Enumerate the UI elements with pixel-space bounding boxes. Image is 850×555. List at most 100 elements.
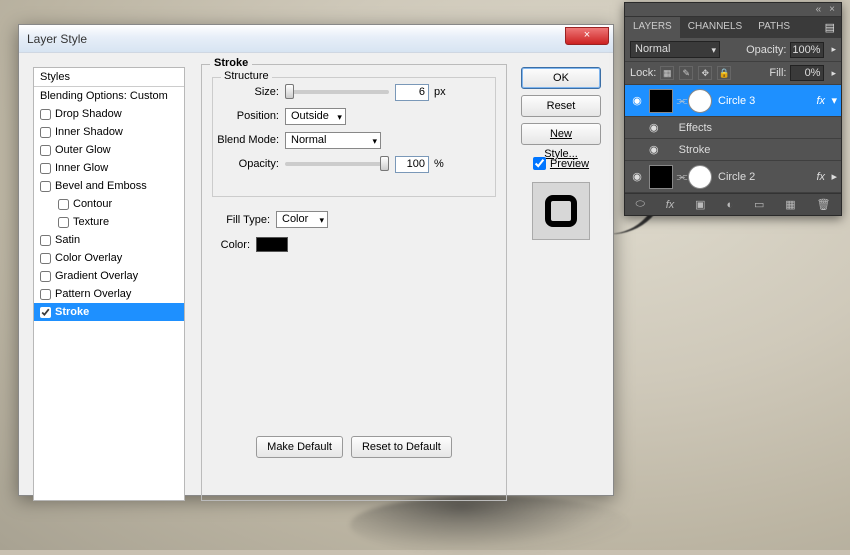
visibility-toggle[interactable]: ◉ (625, 94, 649, 107)
layer-name[interactable]: Circle 2 (718, 171, 755, 183)
layer-thumbnail[interactable] (649, 89, 673, 113)
style-label: Contour (73, 198, 112, 210)
opacity-stepper-icon[interactable]: ▸ (831, 44, 836, 55)
close-button[interactable]: × (565, 27, 609, 45)
lock-all-icon[interactable]: 🔒 (717, 66, 731, 80)
position-select[interactable]: Outside (285, 108, 346, 125)
stroke-settings-group: Stroke Structure Size: 6 px Position: Ou… (201, 64, 507, 501)
style-row-inner-shadow[interactable]: Inner Shadow (34, 123, 184, 141)
new-layer-icon[interactable]: ▦ (785, 198, 795, 211)
style-checkbox[interactable] (40, 145, 51, 156)
style-checkbox[interactable] (40, 127, 51, 138)
opacity-slider[interactable] (285, 162, 389, 166)
lock-position-icon[interactable]: ✥ (698, 66, 712, 80)
slider-thumb[interactable] (380, 156, 389, 171)
style-row-satin[interactable]: Satin (34, 231, 184, 249)
adjustment-layer-icon[interactable]: ◐ (726, 199, 733, 211)
lock-transparency-icon[interactable]: ▦ (660, 66, 674, 80)
opacity-input[interactable]: 100 (395, 156, 429, 173)
fx-badge[interactable]: fx (816, 95, 825, 107)
style-checkbox[interactable] (40, 289, 51, 300)
style-row-gradient-overlay[interactable]: Gradient Overlay (34, 267, 184, 285)
eye-icon: ◉ (632, 171, 642, 183)
layers-list: ◉ ⫘ Circle 3 fx ▾ ◉ Effects ◉ Stroke ◉ ⫘… (625, 85, 841, 193)
blending-options-row[interactable]: Blending Options: Custom (34, 87, 184, 105)
visibility-toggle[interactable]: ◉ (625, 170, 649, 183)
make-default-button[interactable]: Make Default (256, 436, 343, 458)
style-checkbox[interactable] (40, 181, 51, 192)
style-label: Inner Glow (55, 162, 108, 174)
style-row-bevel-emboss[interactable]: Bevel and Emboss (34, 177, 184, 195)
filltype-select[interactable]: Color (276, 211, 328, 228)
effects-label: Effects (679, 122, 712, 134)
layer-style-dialog: Layer Style × Styles Blending Options: C… (18, 24, 614, 496)
layer-row-circle-2[interactable]: ◉ ⫘ Circle 2 fx ▸ (625, 161, 841, 193)
layer-blendmode-select[interactable]: Normal (630, 41, 720, 58)
layer-mask-thumbnail[interactable] (688, 165, 712, 189)
dialog-titlebar[interactable]: Layer Style × (19, 25, 613, 53)
panel-menu-icon[interactable]: ▤ (819, 17, 841, 38)
close-icon[interactable]: × (829, 4, 835, 15)
layer-name[interactable]: Circle 3 (718, 95, 755, 107)
layer-opacity-input[interactable]: 100% (790, 42, 824, 58)
link-icon[interactable]: ⫘ (676, 93, 688, 108)
style-label: Pattern Overlay (55, 288, 131, 300)
style-label: Texture (73, 216, 109, 228)
layer-mask-thumbnail[interactable] (688, 89, 712, 113)
panel-tabs: LAYERS CHANNELS PATHS ▤ (625, 17, 841, 38)
eye-icon[interactable]: ◉ (649, 143, 659, 156)
reset-default-button[interactable]: Reset to Default (351, 436, 452, 458)
style-checkbox[interactable] (40, 253, 51, 264)
eye-icon[interactable]: ◉ (649, 121, 659, 134)
style-checkbox[interactable] (40, 235, 51, 246)
style-checkbox[interactable] (40, 109, 51, 120)
fx-badge[interactable]: fx (816, 171, 825, 183)
tab-layers[interactable]: LAYERS (625, 17, 680, 38)
style-row-pattern-overlay[interactable]: Pattern Overlay (34, 285, 184, 303)
style-row-texture[interactable]: Texture (34, 213, 184, 231)
add-mask-icon[interactable]: ▣ (695, 198, 705, 211)
style-row-contour[interactable]: Contour (34, 195, 184, 213)
fx-button-icon[interactable]: fx (666, 199, 675, 211)
collapse-icon[interactable]: « (816, 4, 822, 15)
preview-checkbox[interactable] (533, 157, 546, 170)
fill-input[interactable]: 0% (790, 65, 824, 81)
blendmode-select[interactable]: Normal (285, 132, 381, 149)
style-checkbox[interactable] (58, 217, 69, 228)
link-icon[interactable]: ⫘ (676, 169, 688, 184)
style-row-color-overlay[interactable]: Color Overlay (34, 249, 184, 267)
style-label: Inner Shadow (55, 126, 123, 138)
layer-row-circle-3[interactable]: ◉ ⫘ Circle 3 fx ▾ (625, 85, 841, 117)
style-checkbox[interactable] (40, 307, 51, 318)
styles-header[interactable]: Styles (34, 68, 184, 87)
tab-channels[interactable]: CHANNELS (680, 17, 750, 38)
fx-expand-icon[interactable]: ▸ (831, 170, 837, 183)
lock-label: Lock: (630, 67, 656, 79)
style-row-inner-glow[interactable]: Inner Glow (34, 159, 184, 177)
style-row-drop-shadow[interactable]: Drop Shadow (34, 105, 184, 123)
link-layers-icon[interactable]: ⬭ (635, 198, 644, 211)
effects-header[interactable]: ◉ Effects (625, 117, 841, 139)
style-row-stroke[interactable]: Stroke (34, 303, 184, 321)
reset-button[interactable]: Reset (521, 95, 601, 117)
group-icon[interactable]: ▭ (754, 198, 764, 211)
style-checkbox[interactable] (40, 271, 51, 282)
style-checkbox[interactable] (40, 163, 51, 174)
effect-stroke-row[interactable]: ◉ Stroke (625, 139, 841, 161)
ok-button[interactable]: OK (521, 67, 601, 89)
size-input[interactable]: 6 (395, 84, 429, 101)
style-row-outer-glow[interactable]: Outer Glow (34, 141, 184, 159)
slider-thumb[interactable] (285, 84, 294, 99)
color-swatch[interactable] (256, 237, 288, 252)
new-style-button[interactable]: New Style... (521, 123, 601, 145)
dialog-body: Styles Blending Options: Custom Drop Sha… (19, 53, 613, 495)
style-label: Satin (55, 234, 80, 246)
tab-paths[interactable]: PATHS (750, 17, 798, 38)
layer-thumbnail[interactable] (649, 165, 673, 189)
size-slider[interactable] (285, 90, 389, 94)
style-checkbox[interactable] (58, 199, 69, 210)
fill-stepper-icon[interactable]: ▸ (831, 68, 836, 79)
fx-expand-icon[interactable]: ▾ (831, 94, 837, 107)
lock-pixels-icon[interactable]: ✎ (679, 66, 693, 80)
delete-layer-icon[interactable]: 🗑 (817, 198, 831, 211)
